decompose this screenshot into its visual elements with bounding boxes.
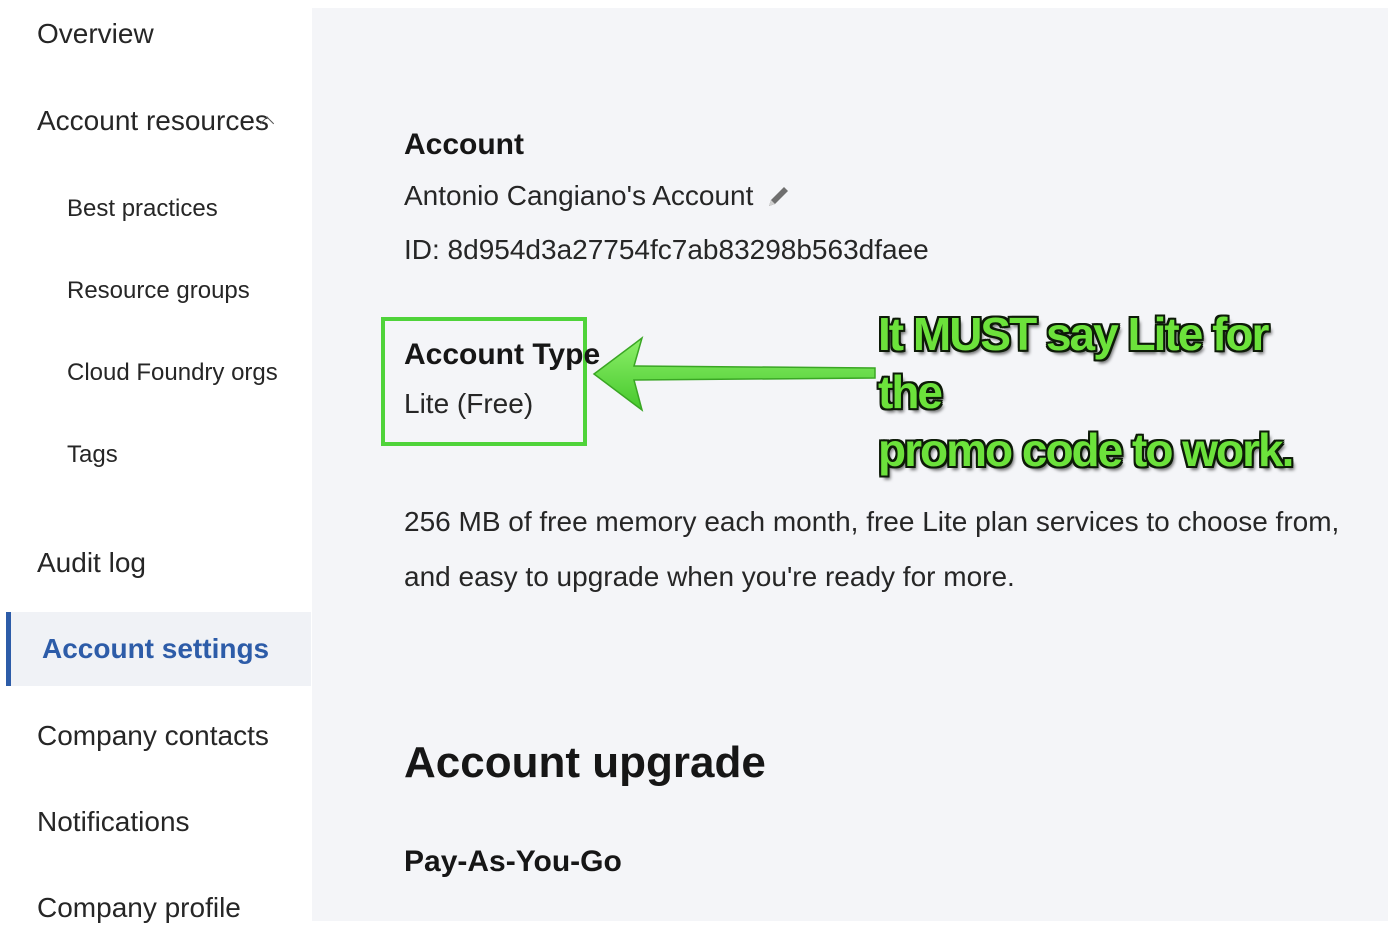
sidebar-item-label: Audit log bbox=[37, 547, 146, 578]
account-name: Antonio Cangiano's Account bbox=[404, 180, 754, 211]
account-label: Account bbox=[404, 128, 524, 161]
sidebar-item-notifications[interactable]: Notifications bbox=[0, 785, 310, 859]
sidebar-item-label: Cloud Foundry orgs bbox=[67, 359, 278, 386]
sidebar-item-cloud-foundry-orgs[interactable]: Cloud Foundry orgs bbox=[0, 336, 310, 410]
sidebar-item-label: Company profile bbox=[37, 892, 241, 923]
sidebar-item-tags[interactable]: Tags bbox=[0, 418, 310, 492]
account-type-value: Lite (Free) bbox=[404, 388, 534, 419]
sidebar-item-label: Overview bbox=[37, 18, 154, 49]
sidebar-item-best-practices[interactable]: Best practices bbox=[0, 172, 310, 246]
sidebar-item-account-resources[interactable]: Account resources bbox=[0, 84, 310, 158]
account-name-row: Antonio Cangiano's Account bbox=[404, 180, 793, 212]
sidebar-item-company-profile[interactable]: Company profile bbox=[0, 871, 310, 945]
annotation-line: promo code to work. bbox=[878, 424, 1294, 476]
plan-description: 256 MB of free memory each month, free L… bbox=[404, 506, 1340, 592]
pay-as-you-go-heading: Pay-As-You-Go bbox=[404, 845, 622, 878]
account-id: ID: 8d954d3a27754fc7ab83298b563dfaee bbox=[404, 234, 929, 265]
sidebar-item-label: Company contacts bbox=[37, 720, 269, 751]
account-type-highlight-box bbox=[381, 317, 587, 446]
sidebar-item-resource-groups[interactable]: Resource groups bbox=[0, 254, 310, 328]
sidebar-item-label: Account settings bbox=[42, 633, 270, 664]
annotation-callout: It MUST say Lite for the promo code to w… bbox=[878, 305, 1338, 479]
sidebar-item-audit-log[interactable]: Audit log bbox=[0, 526, 310, 600]
arrow-left-icon bbox=[592, 336, 876, 412]
sidebar: Overview Account resources Best practice… bbox=[0, 0, 311, 923]
sidebar-item-label: Best practices bbox=[67, 195, 218, 222]
sidebar-item-company-contacts[interactable]: Company contacts bbox=[0, 699, 310, 773]
account-upgrade-heading: Account upgrade bbox=[404, 738, 766, 787]
sidebar-item-label: Resource groups bbox=[67, 277, 250, 304]
sidebar-item-label: Account resources bbox=[37, 105, 269, 136]
sidebar-item-label: Notifications bbox=[37, 806, 190, 837]
sidebar-item-label: Tags bbox=[67, 441, 118, 468]
sidebar-item-account-settings[interactable]: Account settings bbox=[6, 612, 311, 686]
sidebar-item-overview[interactable]: Overview bbox=[0, 0, 310, 71]
annotation-line: It MUST say Lite for the bbox=[878, 308, 1269, 418]
account-type-label: Account Type bbox=[404, 338, 601, 371]
pencil-icon[interactable] bbox=[765, 182, 793, 210]
